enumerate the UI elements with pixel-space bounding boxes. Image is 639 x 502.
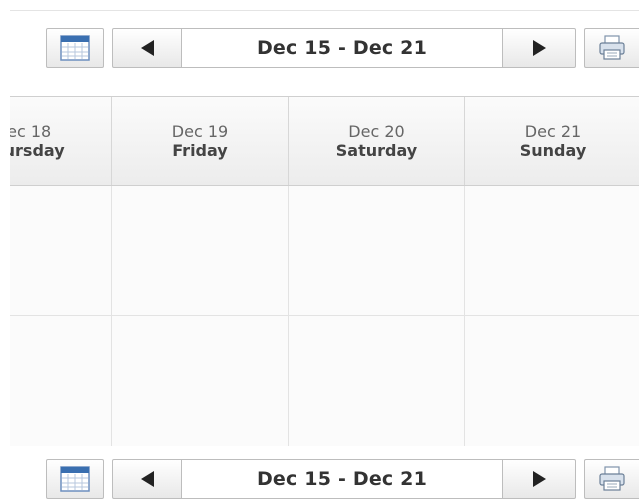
week-grid: Dec 18 Thursday Dec 19 Friday Dec 20 Sat… (10, 96, 639, 446)
triangle-left-icon (140, 471, 154, 487)
date-range-label: Dec 15 - Dec 21 (256, 468, 428, 490)
day-cell-thursday[interactable] (10, 316, 112, 446)
next-week-button[interactable] (502, 459, 576, 499)
print-button[interactable] (584, 459, 639, 499)
triangle-right-icon (532, 471, 546, 487)
day-cell-friday[interactable] (112, 186, 289, 316)
date-range-display: Dec 15 - Dec 21 (181, 459, 503, 499)
day-cell-sunday[interactable] (465, 316, 639, 446)
calendar-picker-button[interactable] (46, 459, 104, 499)
day-date: Dec 21 (524, 122, 582, 141)
date-range-label: Dec 15 - Dec 21 (256, 37, 428, 59)
day-cell-saturday[interactable] (289, 316, 465, 446)
next-week-button[interactable] (502, 28, 576, 68)
day-weekday: Sunday (519, 141, 587, 160)
day-weekday: Friday (172, 141, 228, 160)
calendar-picker-button[interactable] (46, 28, 104, 68)
day-weekday: Thursday (10, 141, 65, 160)
day-weekday: Saturday (335, 141, 418, 160)
print-button[interactable] (584, 28, 639, 68)
week-nav-top: Dec 15 - Dec 21 (0, 25, 639, 71)
day-cell-friday[interactable] (112, 316, 289, 446)
day-date: Dec 18 (10, 122, 52, 141)
top-divider (10, 10, 639, 11)
day-header-friday: Dec 19 Friday (112, 97, 289, 185)
day-cell-sunday[interactable] (465, 186, 639, 316)
calendar-icon (60, 466, 90, 492)
day-header-thursday: Dec 18 Thursday (10, 97, 112, 185)
previous-week-button[interactable] (112, 28, 182, 68)
week-nav-bottom: Dec 15 - Dec 21 (0, 456, 639, 502)
printer-icon (599, 35, 625, 60)
day-cell-thursday[interactable] (10, 186, 112, 316)
day-date: Dec 20 (348, 122, 405, 141)
day-header-sunday: Dec 21 Sunday (465, 97, 639, 185)
day-header-row: Dec 18 Thursday Dec 19 Friday Dec 20 Sat… (10, 97, 639, 186)
triangle-left-icon (140, 40, 154, 56)
day-header-saturday: Dec 20 Saturday (289, 97, 465, 185)
day-date: Dec 19 (171, 122, 229, 141)
triangle-right-icon (532, 40, 546, 56)
previous-week-button[interactable] (112, 459, 182, 499)
date-range-display: Dec 15 - Dec 21 (181, 28, 503, 68)
day-cell-saturday[interactable] (289, 186, 465, 316)
calendar-icon (60, 35, 90, 61)
printer-icon (599, 466, 625, 491)
